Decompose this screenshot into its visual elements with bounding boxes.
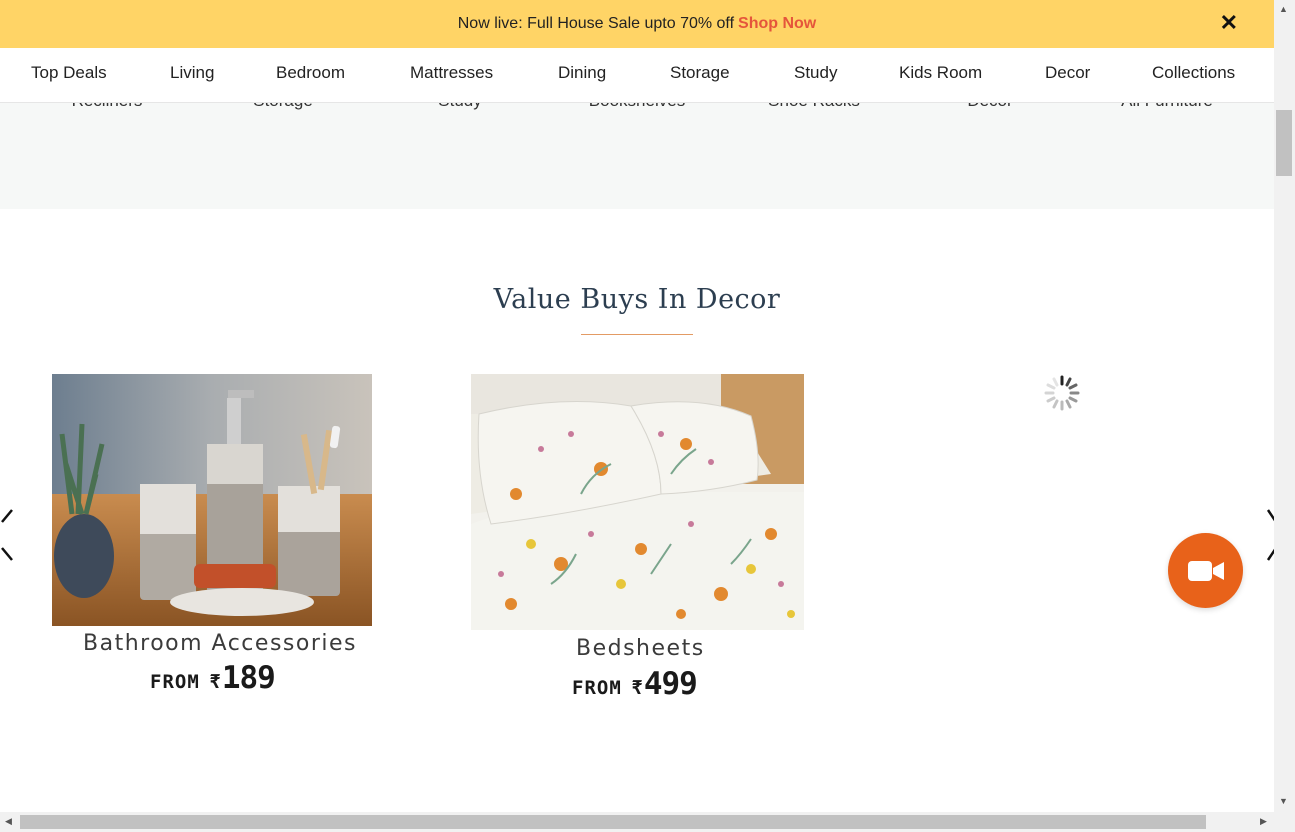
video-camera-icon (1187, 560, 1224, 581)
strip-item-bookshelves[interactable]: Bookshelves (589, 102, 685, 111)
title-underline (581, 334, 693, 335)
category-strip: Recliners Storage Study Bookshelves Shoe… (0, 102, 1274, 209)
strip-item-shoe-racks[interactable]: Shoe Racks (768, 102, 860, 111)
nav-item-dining[interactable]: Dining (558, 63, 606, 83)
nav-item-top-deals[interactable]: Top Deals (31, 63, 107, 83)
bedsheets-image (471, 374, 804, 630)
nav-item-decor[interactable]: Decor (1045, 63, 1090, 83)
close-icon[interactable]: ✕ (1220, 11, 1238, 35)
product-label: Bedsheets (576, 636, 705, 661)
vertical-scrollbar[interactable]: ▲ ▼ (1274, 0, 1295, 812)
nav-item-study[interactable]: Study (794, 63, 837, 83)
nav-item-collections[interactable]: Collections (1152, 63, 1235, 83)
scroll-up-icon[interactable]: ▲ (1279, 4, 1288, 14)
chevron-left-icon[interactable] (0, 504, 18, 564)
shop-now-link[interactable]: Shop Now (738, 15, 816, 33)
vertical-scroll-thumb[interactable] (1276, 110, 1292, 176)
currency-symbol: ₹ (631, 677, 644, 699)
scroll-down-icon[interactable]: ▼ (1279, 796, 1288, 806)
nav-item-living[interactable]: Living (170, 63, 214, 83)
product-tile-bedsheets[interactable]: Bedsheets FROM ₹499 (471, 374, 805, 702)
nav-item-bedroom[interactable]: Bedroom (276, 63, 345, 83)
strip-item-all-furniture[interactable]: All Furniture (1121, 102, 1213, 111)
loading-spinner-icon (1044, 375, 1080, 411)
nav-item-mattresses[interactable]: Mattresses (410, 63, 493, 83)
bathroom-accessories-image (52, 374, 372, 626)
currency-symbol: ₹ (209, 671, 222, 693)
chevron-right-icon[interactable] (1262, 504, 1274, 564)
strip-item-decor[interactable]: Decor (967, 102, 1012, 111)
strip-item-storage[interactable]: Storage (253, 102, 313, 111)
promo-banner: Now live: Full House Sale upto 70% off S… (0, 0, 1274, 48)
strip-item-study[interactable]: Study (438, 102, 481, 111)
product-price: FROM ₹499 (572, 666, 698, 702)
section-title: Value Buys In Decor (493, 284, 781, 315)
price-value: 189 (221, 660, 276, 696)
product-tile-bathroom-accessories[interactable]: Bathroom Accessories FROM ₹189 (52, 374, 374, 700)
promo-text: Now live: Full House Sale upto 70% off (457, 15, 735, 32)
main-nav: Top Deals Living Bedroom Mattresses Dini… (0, 48, 1274, 103)
strip-item-recliners[interactable]: Recliners (72, 102, 143, 111)
product-price: FROM ₹189 (150, 660, 276, 696)
horizontal-scroll-thumb[interactable] (20, 815, 1206, 829)
price-prefix: FROM (150, 671, 200, 693)
page: Now live: Full House Sale upto 70% off S… (0, 0, 1274, 812)
scroll-right-icon[interactable]: ▶ (1260, 816, 1267, 827)
product-label: Bathroom Accessories (83, 631, 357, 656)
horizontal-scrollbar[interactable]: ◀ ▶ (0, 812, 1295, 832)
video-call-button[interactable] (1168, 533, 1243, 608)
price-value: 499 (643, 666, 698, 702)
nav-item-storage[interactable]: Storage (670, 63, 730, 83)
scroll-left-icon[interactable]: ◀ (5, 816, 12, 827)
price-prefix: FROM (572, 677, 622, 699)
nav-item-kids-room[interactable]: Kids Room (899, 63, 982, 83)
